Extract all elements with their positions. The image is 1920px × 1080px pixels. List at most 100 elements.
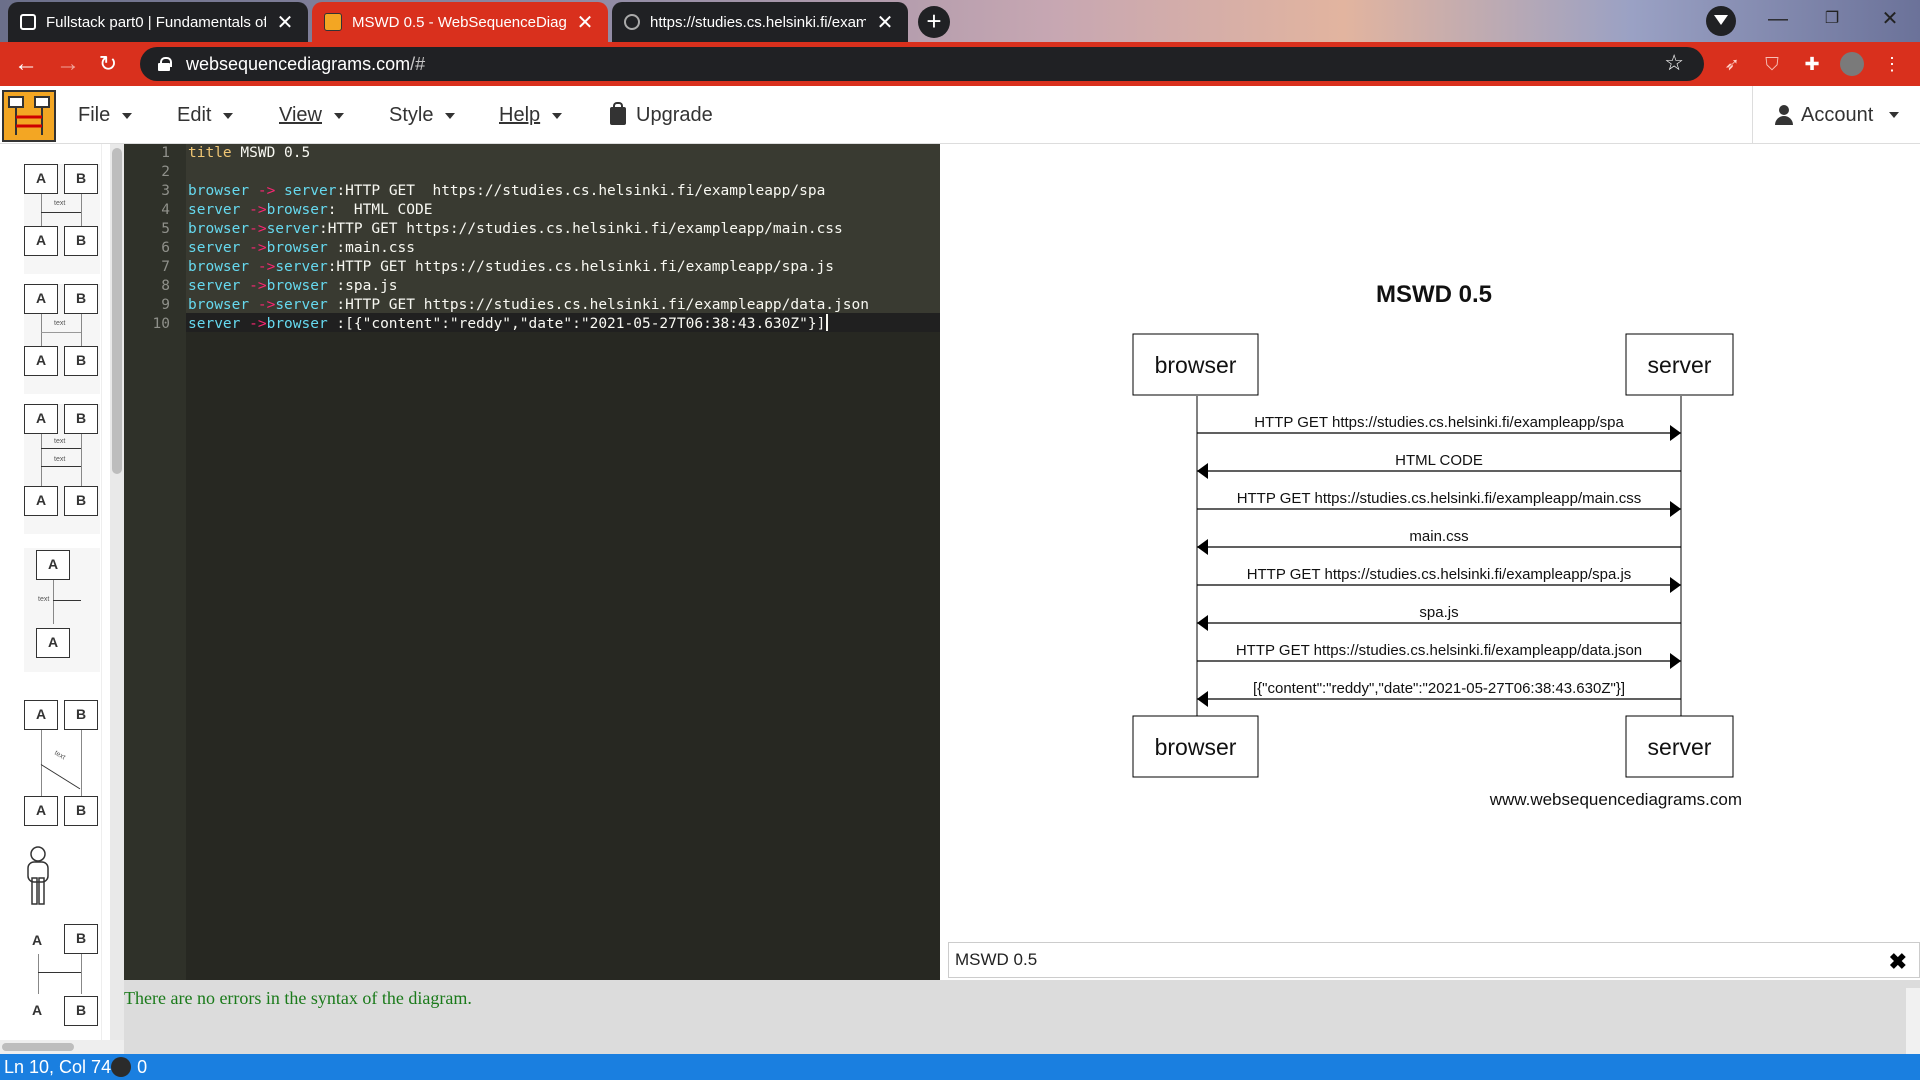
code-text: server ->browser :[{"content":"reddy","d… bbox=[188, 316, 826, 332]
snippet-box-b: B bbox=[64, 796, 98, 826]
message-label: HTTP GET https://studies.cs.helsinki.fi/… bbox=[1254, 414, 1624, 431]
line-number: 3 bbox=[161, 183, 170, 199]
snippet-box-a: A bbox=[36, 550, 70, 580]
upgrade-button[interactable]: Upgrade bbox=[610, 101, 713, 127]
line-number: 6 bbox=[161, 240, 170, 256]
syntax-error-panel: There are no errors in the syntax of the… bbox=[124, 980, 1920, 1054]
message-label: HTML CODE bbox=[1395, 452, 1483, 469]
extension-rocket-icon[interactable]: ➶ bbox=[1720, 52, 1744, 76]
arrow-right-icon bbox=[41, 212, 81, 213]
new-tab-button[interactable]: + bbox=[918, 6, 950, 38]
menu-help[interactable]: Help bbox=[499, 104, 563, 127]
snippet-actor[interactable] bbox=[24, 844, 100, 910]
browser-menu-icon[interactable]: ⋮ bbox=[1880, 52, 1904, 76]
tab-helsinki[interactable]: https://studies.cs.helsinki.fi/exam ✕ bbox=[612, 2, 908, 42]
snippet-self-message[interactable]: A text A bbox=[24, 548, 100, 672]
snippet-text: text bbox=[54, 438, 66, 445]
tab-search-icon[interactable] bbox=[1706, 6, 1736, 36]
snippet-text: text bbox=[54, 320, 66, 327]
cursor-position: Ln 10, Col 74 bbox=[4, 1056, 112, 1077]
code-text: browser ->server :HTTP GET https://studi… bbox=[188, 297, 869, 313]
menu-edit[interactable]: Edit bbox=[177, 104, 234, 127]
text-cursor bbox=[826, 314, 829, 331]
scrollbar-thumb[interactable] bbox=[112, 148, 122, 474]
lifeline bbox=[81, 730, 82, 796]
message-label: HTTP GET https://studies.cs.helsinki.fi/… bbox=[1237, 490, 1642, 507]
snippet-participant-message[interactable]: A B A B bbox=[24, 920, 100, 1042]
restore-icon[interactable]: ❐ bbox=[1812, 4, 1852, 34]
lifeline bbox=[81, 434, 82, 486]
menu-style[interactable]: Style bbox=[389, 104, 456, 127]
tab-websequencediagrams[interactable]: MSWD 0.5 - WebSequenceDiagra ✕ bbox=[312, 2, 608, 42]
snippet-box-a: A bbox=[24, 346, 58, 376]
extensions-puzzle-icon[interactable]: ✚ bbox=[1800, 52, 1824, 76]
tab-fullstack[interactable]: Fullstack part0 | Fundamentals of ✕ bbox=[8, 2, 308, 42]
snippet-message[interactable]: A B text A B bbox=[24, 164, 100, 274]
menu-file[interactable]: File bbox=[78, 104, 133, 127]
caret-down-icon bbox=[334, 112, 344, 119]
window-close-icon[interactable]: ✕ bbox=[1870, 4, 1910, 34]
snippet-box-b: B bbox=[64, 226, 98, 256]
close-icon[interactable]: ✕ bbox=[274, 11, 296, 34]
message-label: [{"content":"reddy","date":"2021-05-27T0… bbox=[1253, 680, 1625, 697]
palette-horizontal-scrollbar[interactable] bbox=[0, 1040, 124, 1054]
extension-shield-icon[interactable]: ⛉ bbox=[1760, 52, 1784, 76]
close-icon[interactable]: ✖ bbox=[1889, 949, 1907, 975]
code-text: server ->browser :main.css bbox=[188, 240, 416, 256]
menu-help-label: Help bbox=[499, 104, 541, 126]
snippet-slanted-message[interactable]: A B text A B bbox=[24, 700, 100, 830]
address-bar[interactable]: websequencediagrams.com/# ☆ bbox=[140, 47, 1704, 81]
snippet-dashed-message[interactable]: A B text A B bbox=[24, 284, 100, 394]
lock-icon bbox=[158, 57, 172, 71]
reload-icon[interactable]: ↻ bbox=[94, 50, 122, 78]
lifeline bbox=[41, 194, 42, 226]
lifeline bbox=[81, 194, 82, 226]
snippet-text: text bbox=[38, 596, 50, 603]
status-count: 0 bbox=[137, 1056, 148, 1077]
user-icon bbox=[1775, 105, 1793, 125]
snippet-label-a: A bbox=[32, 1002, 43, 1018]
participant-label-server: server bbox=[1648, 352, 1712, 378]
snippet-box-b: B bbox=[64, 164, 98, 194]
line-number: 5 bbox=[161, 221, 170, 237]
message-label: spa.js bbox=[1419, 604, 1458, 621]
diagram-title-field[interactable]: MSWD 0.5 ✖ bbox=[948, 942, 1920, 978]
menu-view[interactable]: View bbox=[279, 104, 344, 127]
palette-scrollbar[interactable] bbox=[110, 144, 124, 1050]
snippet-box-a: A bbox=[24, 700, 58, 730]
wsd-logo[interactable] bbox=[2, 90, 56, 142]
tab-title: https://studies.cs.helsinki.fi/exam bbox=[650, 13, 866, 31]
snippet-label-a: A bbox=[32, 932, 43, 948]
self-arrow-icon bbox=[53, 600, 81, 601]
code-text: server ->browser :spa.js bbox=[188, 278, 398, 294]
menu-file-label: File bbox=[78, 104, 111, 126]
browser-toolbar: ← → ↻ websequencediagrams.com/# ☆ ➶ ⛉ ✚ … bbox=[0, 42, 1920, 86]
profile-avatar[interactable] bbox=[1840, 52, 1864, 76]
back-icon[interactable]: ← bbox=[12, 50, 40, 78]
status-circle-icon bbox=[111, 1057, 132, 1077]
scrollbar-thumb[interactable] bbox=[2, 1043, 74, 1051]
message-label: main.css bbox=[1409, 528, 1468, 545]
arrowhead-icon bbox=[1197, 463, 1208, 479]
snippet-text: text bbox=[53, 749, 67, 762]
forward-icon[interactable]: → bbox=[54, 50, 82, 78]
bookmark-star-icon[interactable]: ☆ bbox=[1664, 50, 1684, 76]
sequence-diagram: MSWD 0.5 browser server browser server HTTP G… bbox=[1132, 281, 1742, 809]
error-panel-scrollbar[interactable] bbox=[1906, 988, 1920, 1054]
actor-icon bbox=[27, 846, 49, 905]
snippet-box-b: B bbox=[64, 486, 98, 516]
code-editor[interactable]: 1 title MSWD 0.5 2 3 browser -> server:HTTP … bbox=[124, 144, 940, 980]
minimize-icon[interactable]: — bbox=[1758, 4, 1798, 34]
close-icon[interactable]: ✕ bbox=[874, 11, 896, 34]
globe-icon bbox=[624, 14, 640, 30]
snippet-request-response[interactable]: A B text text A B bbox=[24, 404, 100, 534]
arrow-left-icon bbox=[41, 466, 81, 467]
snippet-box-a: A bbox=[24, 284, 58, 314]
line-number: 7 bbox=[161, 259, 170, 275]
close-icon[interactable]: ✕ bbox=[574, 11, 596, 34]
line-number: 2 bbox=[161, 164, 170, 180]
lifeline bbox=[41, 314, 42, 346]
arrowhead-icon bbox=[1197, 615, 1208, 631]
fullstack-favicon-icon bbox=[20, 14, 36, 30]
account-menu[interactable]: Account bbox=[1752, 86, 1920, 144]
